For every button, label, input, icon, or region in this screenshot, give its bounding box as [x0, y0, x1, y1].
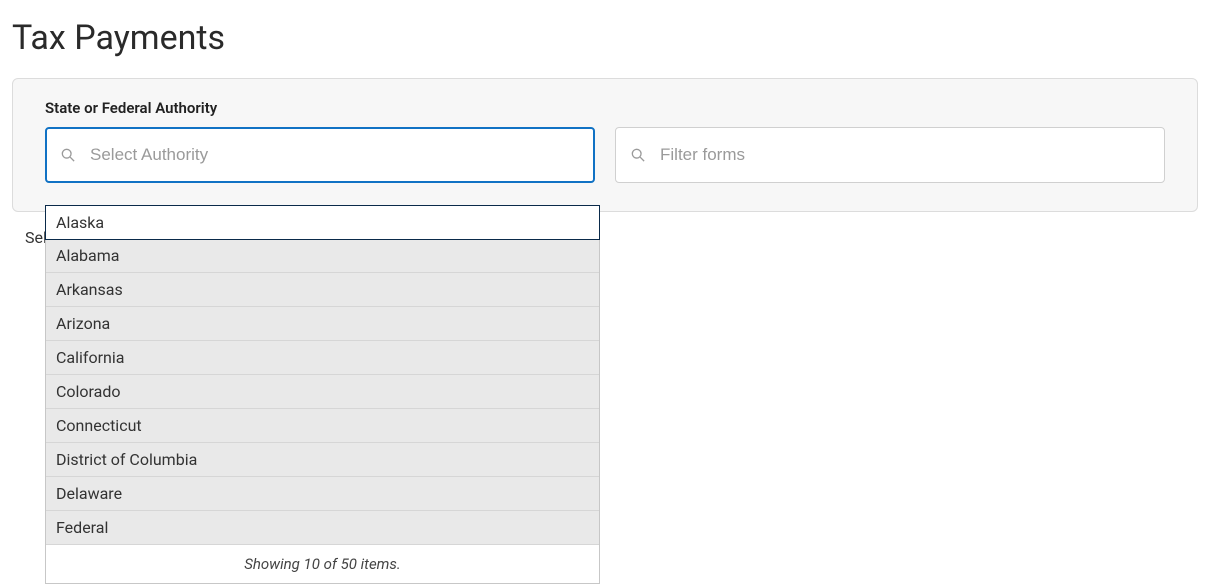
authority-dropdown: Alaska Alabama Arkansas Arizona Californ…	[45, 205, 600, 584]
dropdown-item[interactable]: Delaware	[46, 477, 599, 511]
authority-input-wrap	[45, 127, 595, 183]
dropdown-item[interactable]: California	[46, 341, 599, 375]
dropdown-item[interactable]: Connecticut	[46, 409, 599, 443]
dropdown-item[interactable]: Arizona	[46, 307, 599, 341]
authority-input[interactable]	[45, 127, 595, 183]
dropdown-item[interactable]: Arkansas	[46, 273, 599, 307]
filter-forms-input[interactable]	[615, 127, 1165, 183]
dropdown-item[interactable]: Alaska	[45, 205, 600, 240]
dropdown-footer: Showing 10 of 50 items.	[46, 545, 599, 583]
dropdown-item[interactable]: Federal	[46, 511, 599, 545]
dropdown-item[interactable]: Colorado	[46, 375, 599, 409]
inputs-row	[45, 127, 1165, 183]
dropdown-item[interactable]: District of Columbia	[46, 443, 599, 477]
page-title: Tax Payments	[12, 18, 1198, 58]
dropdown-item[interactable]: Alabama	[46, 239, 599, 273]
behind-text: Sel	[25, 228, 47, 247]
filter-input-wrap	[615, 127, 1165, 183]
filters-panel: State or Federal Authority Sel Alaska	[12, 78, 1198, 212]
authority-field-label: State or Federal Authority	[45, 99, 1165, 117]
